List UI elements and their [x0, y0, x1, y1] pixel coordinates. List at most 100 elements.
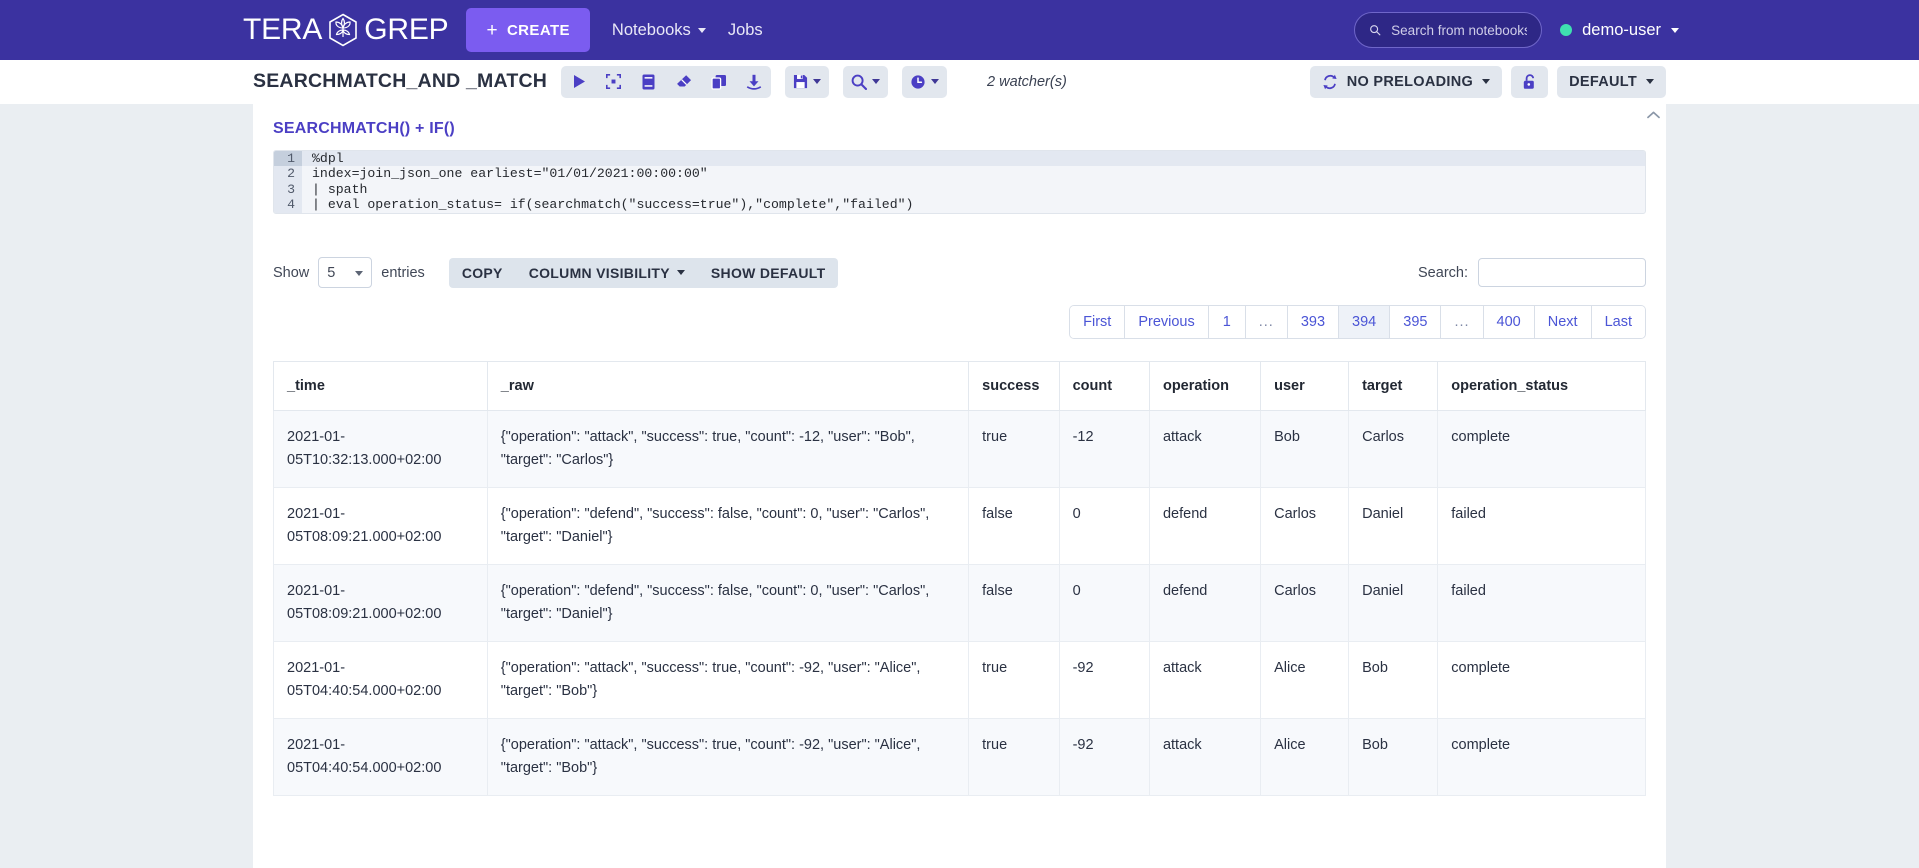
- code-line[interactable]: 2 index=join_json_one earliest="01/01/20…: [274, 166, 1645, 182]
- chevron-down-icon: [872, 79, 881, 84]
- schedule-group: [902, 65, 948, 98]
- column-header-target[interactable]: target: [1348, 360, 1439, 411]
- run-schedule-button[interactable]: [902, 66, 947, 98]
- code-text: | eval operation_status= if(searchmatch(…: [312, 197, 914, 213]
- pagination-page-395[interactable]: 395: [1390, 305, 1442, 338]
- show-default-button[interactable]: SHOW DEFAULT: [698, 258, 839, 288]
- run-icon: [573, 75, 585, 88]
- cell-raw: {"operation": "attack", "success": true,…: [486, 640, 970, 719]
- entries-select-wrap[interactable]: 5102550100: [318, 257, 373, 289]
- nav-item-notebooks-label: Notebooks: [611, 20, 691, 39]
- clear-output-button[interactable]: [666, 66, 701, 98]
- column-header-user[interactable]: user: [1260, 360, 1350, 411]
- cell-raw: {"operation": "defend", "success": false…: [486, 563, 970, 642]
- create-button[interactable]: + CREATE: [466, 8, 590, 52]
- cell-operation_status: complete: [1437, 640, 1646, 719]
- column-header-raw[interactable]: _raw: [486, 360, 970, 411]
- toggle-code-button[interactable]: [631, 66, 666, 98]
- cell-operation: defend: [1148, 563, 1262, 642]
- search-icon: [851, 74, 868, 90]
- page-body: SEARCHMATCH() + IF() 1 %dpl 2 index=join…: [0, 104, 1919, 868]
- nav-item-jobs[interactable]: Jobs: [728, 21, 763, 40]
- cell-success: false: [968, 563, 1060, 642]
- results-table: _time _raw success count operation user target…: [273, 360, 1646, 796]
- permissions-button[interactable]: [1511, 65, 1549, 98]
- column-header-success[interactable]: success: [968, 360, 1060, 411]
- cell-time: 2021-01-05T04:40:54.000+02:00: [273, 717, 488, 796]
- code-text: %dpl: [312, 151, 344, 166]
- nav-item-jobs-label: Jobs: [727, 20, 763, 39]
- table-row: 2021-01-05T04:40:54.000+02:00 {"operation…: [273, 640, 1646, 719]
- datatable-button-group: COPY COLUMN VISIBILITY SHOW DEFAULT: [448, 257, 839, 288]
- column-header-operation[interactable]: operation: [1148, 360, 1262, 411]
- find-replace-button[interactable]: [843, 66, 888, 98]
- pagination-page-last[interactable]: Last: [1591, 305, 1645, 338]
- table-row: 2021-01-05T10:32:13.000+02:00 {"operation…: [273, 409, 1646, 488]
- cell-user: Alice: [1260, 640, 1350, 719]
- entries-select[interactable]: 5102550100: [318, 257, 373, 289]
- cell-target: Daniel: [1348, 486, 1439, 565]
- chevron-down-icon: [931, 79, 940, 84]
- show-label: Show: [273, 264, 310, 281]
- create-button-label: CREATE: [506, 21, 570, 39]
- floppy-disk-icon: [793, 74, 808, 89]
- pagination-page-first[interactable]: First: [1070, 305, 1126, 338]
- pagination-page-394[interactable]: 394: [1339, 305, 1391, 338]
- cell-success: true: [968, 640, 1060, 719]
- clock-icon: [911, 74, 925, 89]
- brand-logo[interactable]: TERA GREP: [243, 13, 449, 47]
- column-header-count[interactable]: count: [1058, 360, 1150, 411]
- chevron-down-icon: [676, 270, 685, 276]
- cell-success: false: [968, 486, 1060, 565]
- interpreter-binding-button[interactable]: DEFAULT: [1557, 65, 1666, 98]
- pagination: First Previous 1... 393 394 395... 400 Next Last: [1069, 304, 1646, 339]
- notebook-content-card: SEARCHMATCH() + IF() 1 %dpl 2 index=join…: [253, 104, 1666, 868]
- user-name-label: demo-user: [1582, 20, 1661, 39]
- clone-notebook-button[interactable]: [701, 66, 736, 98]
- column-header-operation_status[interactable]: operation_status: [1437, 360, 1646, 411]
- code-line[interactable]: 1 %dpl: [274, 151, 1645, 167]
- code-text: index=join_json_one earliest="01/01/2021…: [312, 166, 708, 182]
- cell-success: true: [968, 717, 1060, 796]
- book-icon: [642, 74, 655, 89]
- pagination-page-previous[interactable]: Previous: [1125, 305, 1209, 338]
- cell-target: Bob: [1348, 717, 1439, 796]
- cell-count: 0: [1058, 486, 1150, 565]
- code-editor[interactable]: 1 %dpl 2 index=join_json_one earliest="0…: [273, 150, 1646, 214]
- pagination-page-1[interactable]: 1: [1208, 305, 1246, 338]
- notebook-search-input[interactable]: [1391, 22, 1528, 38]
- code-line[interactable]: 4 | eval operation_status= if(searchmatc…: [274, 197, 1645, 213]
- chevron-down-icon: [1671, 27, 1679, 33]
- chevron-down-icon: [697, 27, 706, 33]
- export-notebook-button[interactable]: [736, 66, 771, 98]
- cell-time: 2021-01-05T08:09:21.000+02:00: [273, 563, 488, 642]
- copy-button[interactable]: COPY: [449, 258, 516, 288]
- notebook-search-box[interactable]: [1354, 12, 1543, 48]
- unlock-icon: [1523, 73, 1535, 89]
- collapse-paragraph-button[interactable]: [1640, 104, 1666, 126]
- pagination-page-393[interactable]: 393: [1287, 305, 1340, 338]
- column-visibility-button[interactable]: COLUMN VISIBILITY: [516, 258, 698, 288]
- pagination-page-next[interactable]: Next: [1534, 305, 1592, 338]
- chevron-up-icon: [1646, 111, 1660, 119]
- pagination-row: First Previous 1... 393 394 395... 400 Next Last: [273, 304, 1646, 339]
- cell-count: -92: [1058, 717, 1150, 796]
- pagination-page-400[interactable]: 400: [1483, 305, 1535, 338]
- table-search-input[interactable]: [1478, 258, 1646, 288]
- preloading-button[interactable]: NO PRELOADING: [1309, 65, 1503, 98]
- table-row: 2021-01-05T04:40:54.000+02:00 {"operation…: [273, 717, 1646, 796]
- cell-user: Carlos: [1260, 563, 1350, 642]
- pagination-ellipsis: ...: [1245, 305, 1288, 338]
- run-all-button[interactable]: [561, 66, 596, 98]
- nav-item-notebooks[interactable]: Notebooks: [612, 21, 706, 40]
- entries-label: entries: [381, 264, 425, 281]
- save-button[interactable]: [785, 66, 829, 98]
- search-icon: [1370, 25, 1381, 36]
- code-line[interactable]: 3 | spath: [274, 181, 1645, 198]
- toggle-output-button[interactable]: [596, 66, 631, 98]
- table-header-row: _time _raw success count operation user target…: [273, 360, 1646, 411]
- user-menu[interactable]: demo-user: [1560, 21, 1679, 40]
- column-header-time[interactable]: _time: [273, 360, 488, 411]
- eraser-icon: [676, 75, 691, 87]
- chevron-down-icon: [1482, 79, 1491, 84]
